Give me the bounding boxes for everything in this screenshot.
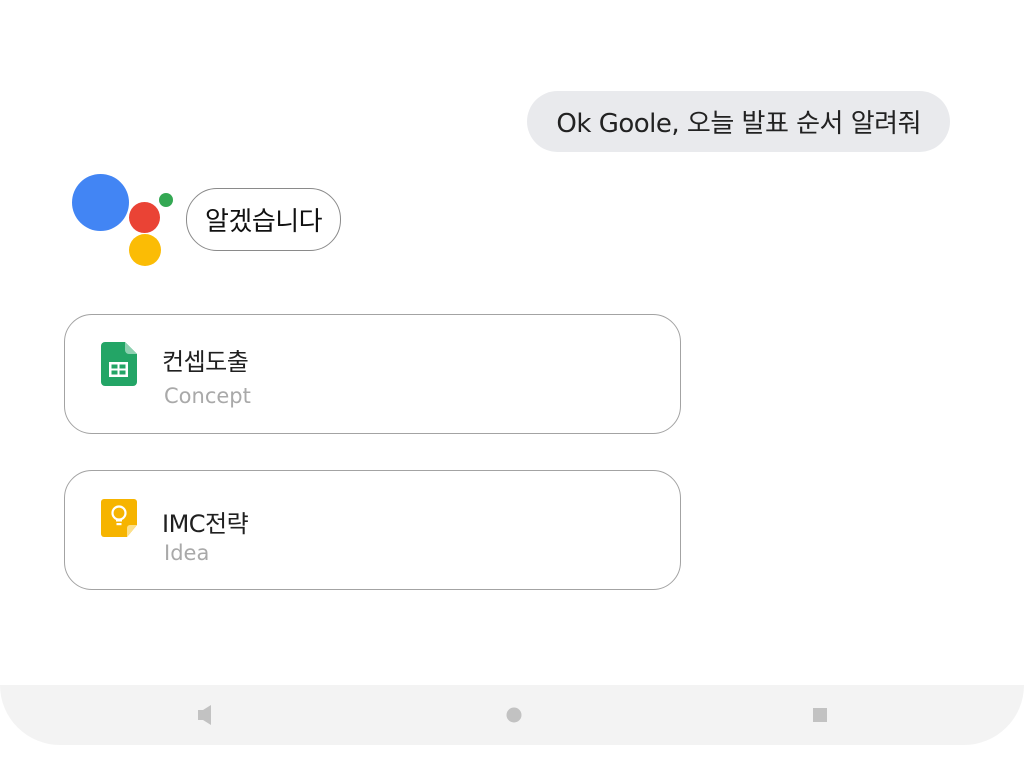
assistant-reply-bubble: 알겠습니다 [186, 188, 342, 251]
result-title: 컨셉도출 [162, 348, 249, 376]
google-sheets-icon [101, 342, 137, 386]
user-query-text: Ok Goole, 오늘 발표 순서 알려줘 [556, 109, 921, 139]
back-triangle-icon [198, 705, 211, 725]
assistant-dot-green [159, 193, 173, 207]
google-assistant-logo-icon [72, 172, 176, 268]
result-subtitle: Idea [164, 541, 210, 565]
result-card-imc-strategy[interactable]: IMC전략 Idea [64, 470, 681, 590]
result-card-concept[interactable]: 컨셉도출 Concept [64, 314, 681, 434]
home-button[interactable] [474, 685, 554, 745]
user-query-bubble: Ok Goole, 오늘 발표 순서 알려줘 [527, 91, 950, 152]
recents-button[interactable] [780, 685, 860, 745]
android-navigation-bar [0, 685, 1024, 745]
back-button[interactable] [167, 685, 247, 745]
result-title: IMC전략 [162, 510, 249, 538]
recents-square-icon [813, 708, 827, 722]
assistant-dot-yellow [129, 234, 161, 266]
result-subtitle: Concept [164, 384, 251, 408]
assistant-dot-blue [72, 174, 129, 231]
assistant-dot-red [129, 202, 160, 233]
home-circle-icon [506, 707, 522, 723]
google-keep-icon [101, 499, 137, 537]
assistant-reply-text: 알겠습니다 [205, 207, 323, 237]
